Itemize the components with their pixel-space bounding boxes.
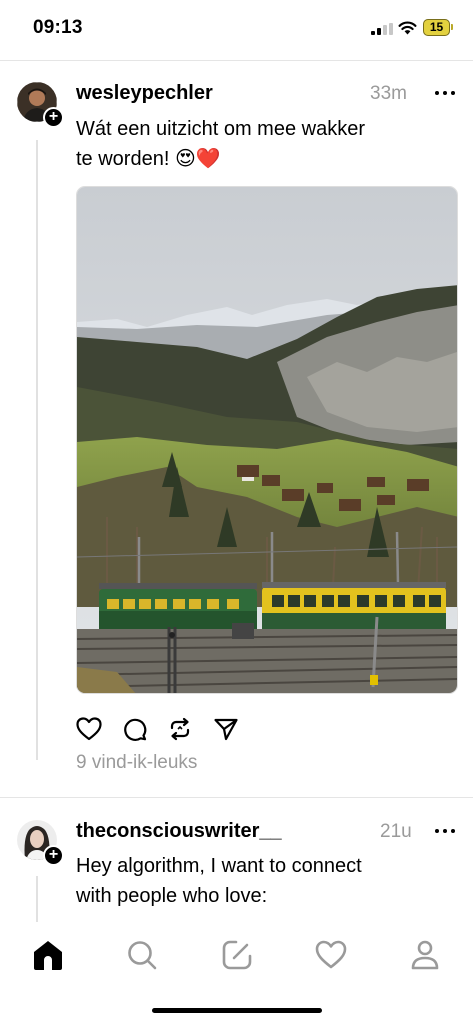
likes-count[interactable]: 9 vind-ik-leuks [76,752,197,774]
battery-level: 15 [429,20,444,34]
heart-icon[interactable] [76,716,102,742]
post-text-line: with people who love: [76,885,268,907]
wifi-icon [398,20,417,35]
post-time: 21u [380,821,412,842]
battery-icon: 15 [423,19,453,36]
thread-line [36,140,38,760]
compose-icon[interactable] [220,938,254,972]
home-indicator [152,1008,322,1013]
follow-plus-icon[interactable]: + [43,107,64,128]
more-options-icon[interactable] [435,91,457,97]
profile-icon[interactable] [408,938,442,972]
cellular-signal-icon [371,23,393,35]
post-text: Wát een uitzicht om mee wakker te worden… [76,114,456,174]
thread-line [36,876,38,922]
activity-icon[interactable] [314,938,348,972]
post-actions [76,716,276,742]
status-time: 09:13 [33,17,83,38]
share-icon[interactable] [213,716,239,742]
repost-icon[interactable] [167,716,193,742]
search-icon[interactable] [125,938,159,972]
home-icon[interactable] [31,938,65,972]
username[interactable]: wesleypechler [76,82,213,105]
post-text-line: Hey algorithm, I want to connect [76,855,362,877]
status-bar: 09:13 15 [0,0,473,58]
post-divider [0,797,473,798]
post-image[interactable] [76,186,458,694]
follow-plus-icon[interactable]: + [43,845,64,866]
post-text: Hey algorithm, I want to connect with pe… [76,851,456,911]
post-time: 33m [370,83,407,104]
bottom-nav [0,928,473,988]
post-text-line: Wát een uitzicht om mee wakker [76,118,365,140]
post-text-line: te worden! 😍❤️ [76,148,221,170]
comment-icon[interactable] [122,716,148,742]
header-divider [0,60,473,61]
more-options-icon[interactable] [435,829,457,835]
username[interactable]: theconsciouswriter__ [76,820,282,843]
